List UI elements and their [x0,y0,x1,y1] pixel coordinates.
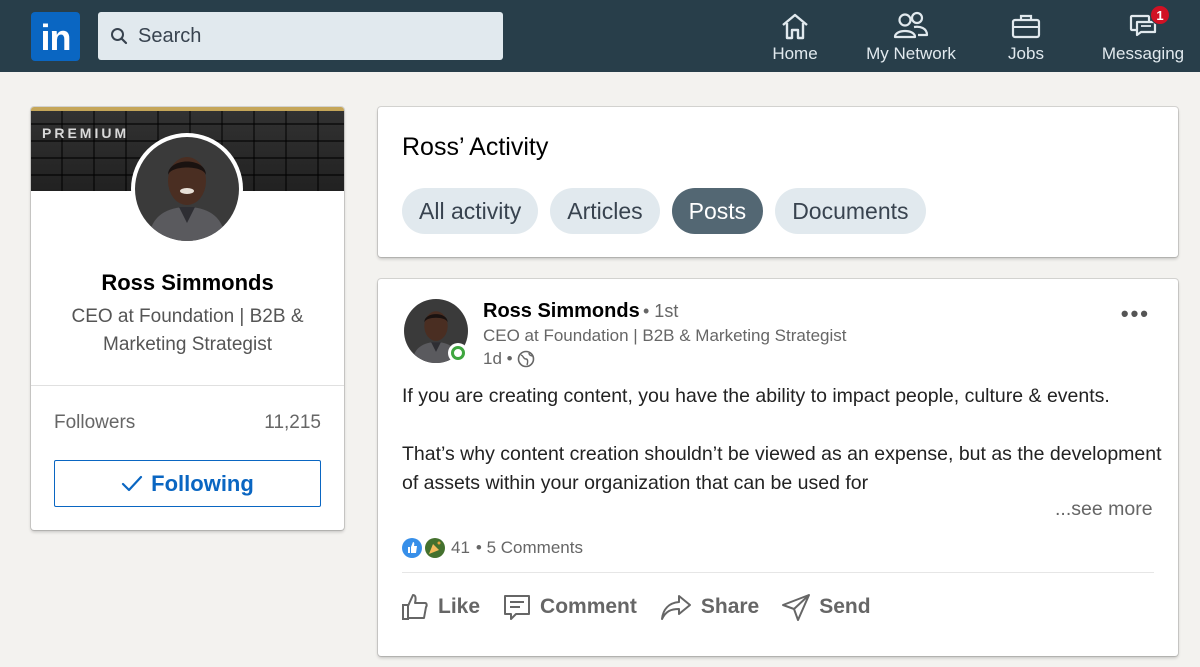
nav-my-network-label: My Network [866,44,956,63]
more-options-icon[interactable]: ••• [1121,301,1150,327]
notification-badge: 1 [1150,5,1170,25]
premium-label: PREMIUM [42,125,130,141]
post-author-name[interactable]: Ross Simmonds [483,300,640,323]
profile-headline: CEO at Foundation | B2B & Marketing Stra… [71,306,304,355]
nav-messaging[interactable]: 1 Messaging [1094,5,1192,68]
share-label: Share [700,595,760,618]
social-counts[interactable]: 41 • 5 Comments [402,538,583,558]
followers-label: Followers [54,412,136,433]
post-actions: Like Comment Share Send [400,592,871,622]
post-paragraph: That’s why content creation shouldn’t be… [402,443,1162,494]
post-author-headline: CEO at Foundation | B2B & Marketing Stra… [483,326,847,345]
connection-degree: • 1st [643,301,679,321]
nav-home-label: Home [772,44,818,63]
comment-label: Comment [540,595,637,618]
comment-icon [504,595,531,620]
nav-jobs-label: Jobs [1008,44,1044,63]
nav-jobs[interactable]: Jobs [1000,10,1052,68]
nav-home[interactable]: Home [766,10,824,68]
celebrate-reaction-icon [425,538,445,558]
comments-count[interactable]: • 5 Comments [476,538,583,558]
thumbs-up-icon [402,594,428,620]
linkedin-logo-icon[interactable]: in [31,12,80,61]
tab-all-activity[interactable]: All activity [402,188,539,234]
following-button[interactable]: Following [54,460,321,507]
comment-button[interactable]: Comment [502,592,637,622]
like-reaction-icon [402,538,422,558]
profile-avatar[interactable] [131,133,243,245]
following-button-label: Following [151,470,254,496]
activity-card: Ross’ Activity All activity Articles Pos… [378,107,1178,257]
search-bar[interactable] [98,12,503,60]
nav-my-network[interactable]: My Network [858,10,964,68]
divider [402,572,1154,573]
tab-articles[interactable]: Articles [550,188,660,234]
post-card: Ross Simmonds • 1st CEO at Foundation | … [378,279,1178,656]
tab-posts[interactable]: Posts [671,188,764,234]
post-paragraph: If you are creating content, you have th… [402,385,1110,407]
see-more-link[interactable]: ...see more [1051,498,1153,521]
activity-title: Ross’ Activity [402,133,549,161]
nav-messaging-label: Messaging [1101,44,1185,63]
globe-icon [517,350,534,368]
profile-name[interactable]: Ross Simmonds [31,270,344,296]
search-icon [111,28,128,45]
activity-filter-tabs: All activity Articles Posts Documents [402,188,926,234]
online-status-icon [448,343,468,363]
send-label: Send [819,595,871,618]
briefcase-icon [1011,14,1041,39]
top-nav-bar: in Home My Network Jobs [0,0,1200,72]
like-button[interactable]: Like [400,592,480,622]
avatar-photo [135,137,239,241]
send-icon [782,594,811,621]
like-label: Like [438,595,481,618]
profile-card: PREMIUM Ross Simmonds CEO at Foundation … [31,107,344,530]
send-button[interactable]: Send [781,592,871,622]
network-icon [893,11,929,39]
reaction-count[interactable]: 41 [451,538,470,558]
share-button[interactable]: Share [659,592,759,622]
share-icon [660,595,691,620]
search-input[interactable] [138,12,488,60]
tab-documents[interactable]: Documents [775,188,926,234]
checkmark-icon [122,475,143,491]
followers-count: 11,215 [264,412,321,433]
divider [31,385,344,386]
home-icon [782,13,808,40]
post-timestamp: 1d • [483,349,535,369]
post-time-text: 1d • [483,349,513,368]
post-text: If you are creating content, you have th… [402,382,1162,498]
